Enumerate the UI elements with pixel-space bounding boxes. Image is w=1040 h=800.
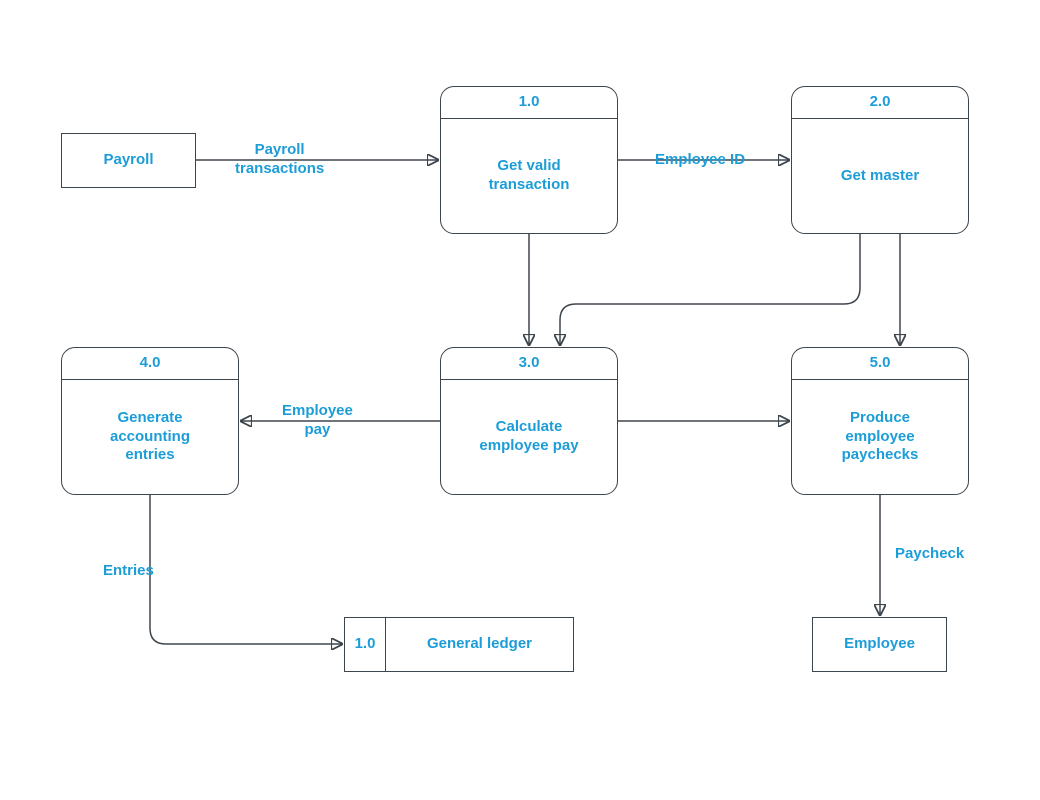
arrow-p2-to-p3 xyxy=(560,234,860,345)
process-2-id: 2.0 xyxy=(870,93,891,110)
process-3-label: Calculate employee pay xyxy=(479,418,578,456)
process-2-label: Get master xyxy=(841,167,919,186)
process-5-header: 5.0 xyxy=(792,348,968,380)
process-1: 1.0 Get valid transaction xyxy=(440,86,618,234)
process-4: 4.0 Generate accounting entries xyxy=(61,347,239,495)
arrow-p4-to-gl xyxy=(150,495,342,644)
datastore-general-ledger: 1.0 General ledger xyxy=(344,617,574,672)
process-5-id: 5.0 xyxy=(870,354,891,371)
flow-label-employee-id: Employee ID xyxy=(655,151,745,170)
process-1-id: 1.0 xyxy=(519,93,540,110)
process-1-label: Get valid transaction xyxy=(489,157,570,195)
external-employee-label: Employee xyxy=(844,635,915,654)
process-5-label: Produce employee paychecks xyxy=(842,409,919,465)
process-2-header: 2.0 xyxy=(792,87,968,119)
process-5: 5.0 Produce employee paychecks xyxy=(791,347,969,495)
diagram-canvas: Payroll 1.0 Get valid transaction 2.0 Ge… xyxy=(0,0,1040,800)
external-payroll: Payroll xyxy=(61,133,196,188)
datastore-general-ledger-label: General ledger xyxy=(427,635,532,654)
process-4-header: 4.0 xyxy=(62,348,238,380)
flow-label-entries: Entries xyxy=(103,562,154,581)
process-2: 2.0 Get master xyxy=(791,86,969,234)
flow-label-employee-pay: Employee pay xyxy=(282,402,353,440)
process-3: 3.0 Calculate employee pay xyxy=(440,347,618,495)
flow-label-payroll-transactions: Payroll transactions xyxy=(235,141,324,179)
process-4-id: 4.0 xyxy=(140,354,161,371)
external-payroll-label: Payroll xyxy=(103,151,153,170)
datastore-gl-id-text: 1.0 xyxy=(355,635,376,654)
process-3-id: 3.0 xyxy=(519,354,540,371)
external-employee: Employee xyxy=(812,617,947,672)
process-4-label: Generate accounting entries xyxy=(110,409,190,465)
process-1-header: 1.0 xyxy=(441,87,617,119)
flow-label-paycheck: Paycheck xyxy=(895,545,964,564)
process-3-header: 3.0 xyxy=(441,348,617,380)
datastore-general-ledger-id: 1.0 xyxy=(345,618,386,671)
